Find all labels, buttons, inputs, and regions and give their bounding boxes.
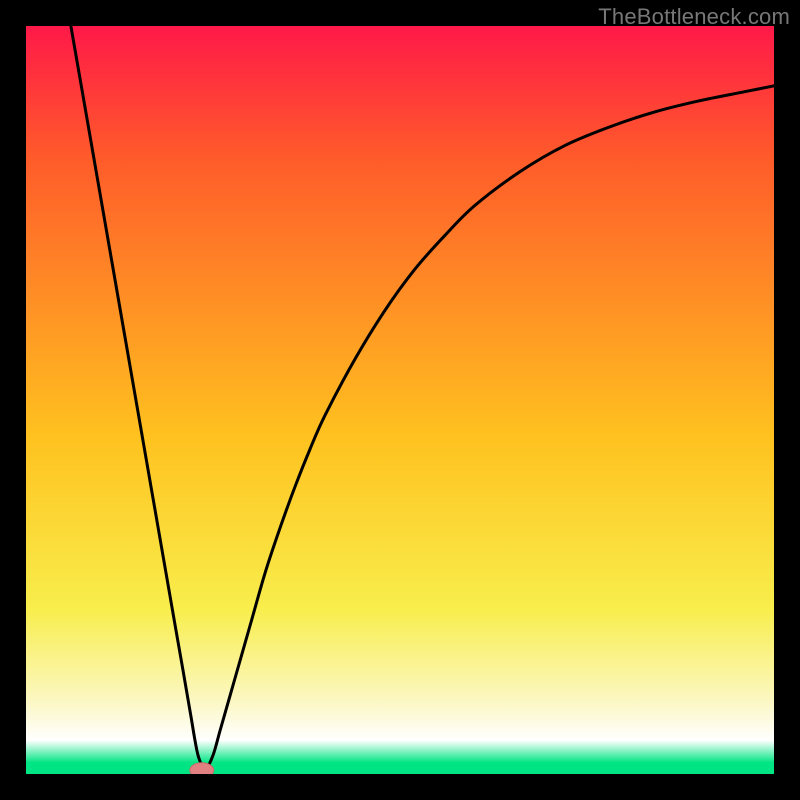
chart-svg [26, 26, 774, 774]
plot-area [26, 26, 774, 774]
chart-frame: TheBottleneck.com [0, 0, 800, 800]
optimal-marker [190, 763, 214, 774]
chart-background [26, 26, 774, 774]
